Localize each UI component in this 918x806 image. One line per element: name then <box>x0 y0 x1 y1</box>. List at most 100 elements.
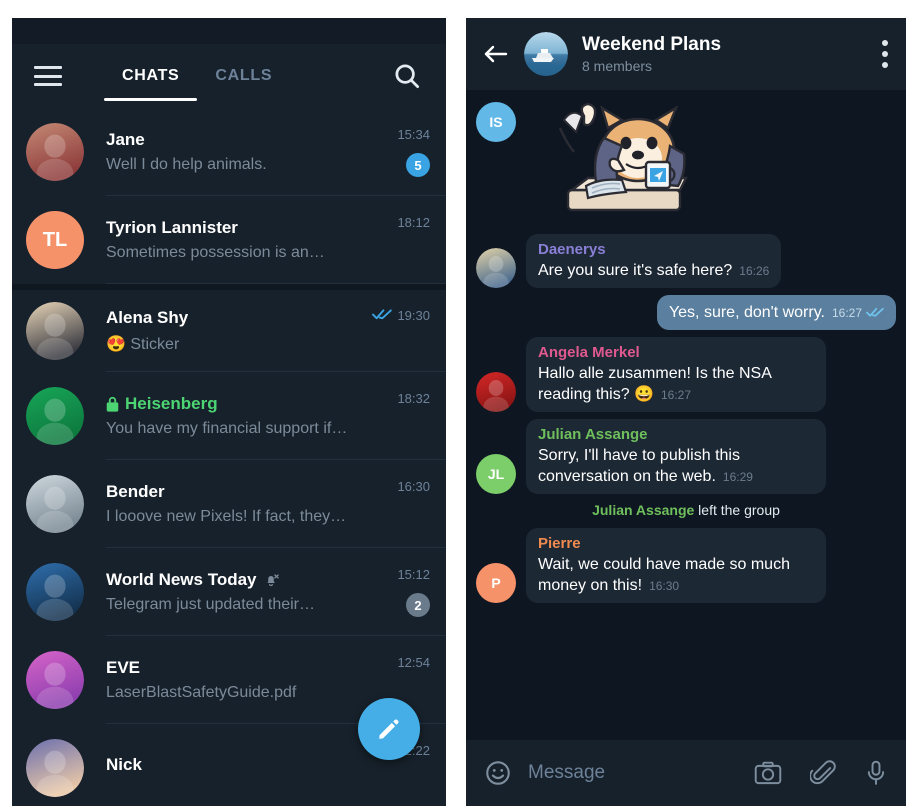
avatar[interactable] <box>26 739 84 797</box>
chat-item-title-row: Alena Shy <box>106 308 368 328</box>
message-text: Are you sure it's safe here? 16:26 <box>538 262 770 279</box>
message-sender-name: Pierre <box>538 535 581 552</box>
chat-item-name: Bender <box>106 482 165 501</box>
avatar[interactable] <box>26 563 84 621</box>
read-receipt-double-check-icon <box>862 304 884 321</box>
avatar[interactable] <box>476 372 516 412</box>
chat-item-title-row: Tyrion Lannister <box>106 218 397 238</box>
incoming-message[interactable]: JL Julian Assange Sorry, I'll have to publ… <box>476 419 896 494</box>
chat-item-body: Heisenberg You have my financial support … <box>106 394 397 438</box>
chat-list-item[interactable]: World News Today Telegram just updated th… <box>12 548 446 636</box>
chat-item-body: World News Today Telegram just updated th… <box>106 570 397 614</box>
conversation-title: Weekend Plans <box>582 34 722 55</box>
sticker-message[interactable]: IS <box>476 98 896 230</box>
chat-item-name: EVE <box>106 658 141 677</box>
chat-list-item[interactable]: Alena Shy 😍 Sticker 19:30 <box>12 284 446 372</box>
shiba-dog-sticker-image[interactable] <box>526 98 696 230</box>
message-timestamp: 16:27 <box>660 388 692 402</box>
chat-item-time: 16:30 <box>397 479 430 494</box>
chat-item-preview: You have my financial support if… <box>106 420 348 437</box>
chat-item-name: Jane <box>106 130 145 149</box>
chat-item-time: 15:34 <box>397 127 430 142</box>
chat-list-tabs: CHATS CALLS <box>104 44 290 108</box>
message-timestamp: 16:29 <box>722 470 753 484</box>
search-icon[interactable] <box>392 61 422 91</box>
message-bubble[interactable]: Yes, sure, don't worry. 16:27 <box>656 295 896 330</box>
chat-item-meta: 18:32 <box>397 387 430 445</box>
read-receipt-double-check-icon <box>368 306 393 324</box>
chat-item-name: Heisenberg <box>125 394 218 413</box>
avatar[interactable] <box>26 302 84 360</box>
message-bubble[interactable]: Angela Merkel Hallo alle zusammen! Is the… <box>526 337 826 412</box>
message-list[interactable]: IS Daenerys Are you sure it's safe here? 16… <box>466 90 906 740</box>
message-bubble[interactable]: Daenerys Are you sure it's safe here? 16:2… <box>526 234 782 288</box>
chat-list-item[interactable]: Bender I looove new Pixels! If fact, they… <box>12 460 446 548</box>
chat-item-name: Nick <box>106 755 142 774</box>
message-bubble[interactable]: Julian Assange Sorry, I'll have to publis… <box>526 419 826 494</box>
incoming-message[interactable]: Daenerys Are you sure it's safe here? 16:2… <box>476 234 896 288</box>
chat-list-toolbar: CHATS CALLS <box>12 44 446 108</box>
message-text: Sorry, I'll have to publish this convers… <box>538 447 753 485</box>
chat-item-body: Nick <box>106 755 397 781</box>
avatar[interactable] <box>26 387 84 445</box>
camera-icon[interactable] <box>754 760 782 786</box>
muted-bell-icon <box>263 572 279 588</box>
chat-item-meta: 19:30 <box>368 302 430 360</box>
conversation-header: Weekend Plans 8 members <box>466 18 906 90</box>
outgoing-message[interactable]: Yes, sure, don't worry. 16:27 <box>476 295 896 330</box>
avatar[interactable] <box>476 248 516 288</box>
chat-item-title-row: World News Today <box>106 570 397 590</box>
conversation-screen: Weekend Plans 8 members IS Daenerys Are yo… <box>466 18 906 806</box>
service-message: Julian Assange left the group <box>592 502 780 518</box>
chat-item-meta: 15:12 2 <box>397 563 430 621</box>
incoming-message[interactable]: Angela Merkel Hallo alle zusammen! Is the… <box>476 337 896 412</box>
avatar[interactable]: TL <box>26 211 84 269</box>
chat-item-time-row: 19:30 <box>368 306 430 324</box>
pencil-compose-icon <box>379 719 399 739</box>
avatar[interactable]: IS <box>476 102 516 142</box>
avatar[interactable]: P <box>476 563 516 603</box>
message-input[interactable]: Message <box>528 762 754 784</box>
tab-calls[interactable]: CALLS <box>197 44 290 108</box>
smiley-face-icon[interactable] <box>484 759 512 787</box>
more-vertical-icon[interactable] <box>882 40 888 68</box>
avatar[interactable] <box>26 651 84 709</box>
chat-item-time-row: 12:54 <box>397 655 430 670</box>
message-sender-name: Julian Assange <box>538 426 648 443</box>
chat-item-body: Jane Well I do help animals. <box>106 130 397 174</box>
conversation-subtitle: 8 members <box>582 58 653 74</box>
avatar[interactable] <box>26 475 84 533</box>
chat-item-time: 15:12 <box>397 567 430 582</box>
chat-item-body: Bender I looove new Pixels! If fact, they… <box>106 482 397 526</box>
avatar[interactable]: JL <box>476 454 516 494</box>
chat-list-screen: CHATS CALLS Jane Well I do help animals. 1… <box>12 18 446 806</box>
hamburger-menu-icon[interactable] <box>34 66 62 86</box>
chat-list-item[interactable]: TL Tyrion Lannister Sometimes possession i… <box>12 196 446 284</box>
chat-item-meta: 15:34 5 <box>397 123 430 181</box>
message-timestamp: 16:30 <box>649 579 680 593</box>
chat-item-time-row: 18:12 <box>397 215 430 230</box>
chat-item-time-row: 16:30 <box>397 479 430 494</box>
chat-list-item[interactable]: Heisenberg You have my financial support … <box>12 372 446 460</box>
chat-item-preview: LaserBlastSafetyGuide.pdf <box>106 684 297 701</box>
tab-chats[interactable]: CHATS <box>104 44 198 108</box>
compose-fab-button[interactable] <box>358 698 420 760</box>
message-timestamp: 16:27 <box>831 306 862 320</box>
chat-item-preview: Sometimes possession is an… <box>106 244 325 261</box>
status-bar <box>12 18 446 44</box>
chat-item-preview: 😍 Sticker <box>106 336 180 353</box>
message-composer: Message <box>466 740 906 806</box>
chat-list-item[interactable]: Jane Well I do help animals. 15:34 5 <box>12 108 446 196</box>
incoming-message[interactable]: P Pierre Wait, we could have made so much … <box>476 528 896 603</box>
message-bubble[interactable]: Pierre Wait, we could have made so much m… <box>526 528 826 603</box>
back-arrow-icon[interactable] <box>482 42 510 66</box>
chat-item-time-row: 15:12 <box>397 567 430 582</box>
conversation-title-block[interactable]: Weekend Plans 8 members <box>582 34 882 74</box>
group-avatar[interactable] <box>524 32 568 76</box>
avatar[interactable] <box>26 123 84 181</box>
chat-item-name: Alena Shy <box>106 308 189 327</box>
chat-item-name: World News Today <box>106 570 257 589</box>
paperclip-icon[interactable] <box>810 760 836 786</box>
microphone-icon[interactable] <box>864 760 888 786</box>
chat-item-time: 18:12 <box>397 215 430 230</box>
